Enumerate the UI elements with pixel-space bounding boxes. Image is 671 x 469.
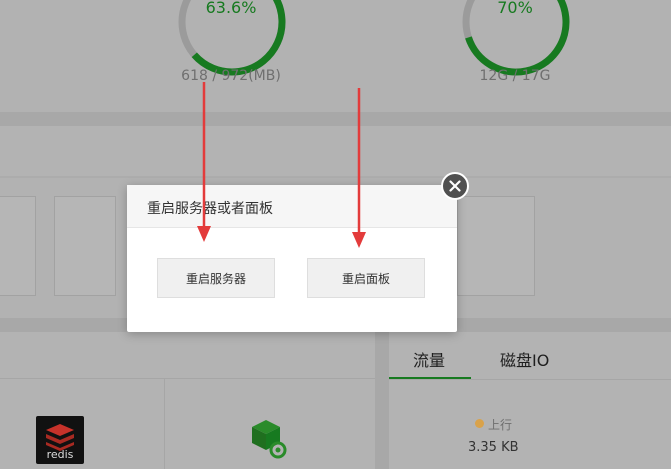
overview-card <box>457 196 535 296</box>
software-settings-icon[interactable] <box>248 418 290 462</box>
upload-label: 上行 <box>488 418 513 432</box>
annotation-arrow-right <box>352 88 366 248</box>
overview-header-panel <box>0 126 671 176</box>
memory-percent: 63.6% <box>205 0 257 17</box>
divider <box>164 379 165 469</box>
restart-server-button[interactable]: 重启服务器 <box>157 258 275 298</box>
divider <box>0 378 375 379</box>
upload-dot-icon <box>475 419 484 428</box>
disk-usage: 12G / 17G <box>479 68 551 84</box>
dialog-header: 重启服务器或者面板 <box>127 185 457 228</box>
overview-card <box>54 196 116 296</box>
redis-label: redis <box>46 448 74 461</box>
tab-traffic[interactable]: 流量 <box>413 347 445 371</box>
tab-disk-io[interactable]: 磁盘IO <box>500 347 549 371</box>
section-divider <box>0 112 671 126</box>
close-dialog-button[interactable] <box>441 172 469 200</box>
panel-gap <box>375 332 389 469</box>
restart-dialog: 重启服务器或者面板 重启服务器 重启面板 <box>127 185 457 332</box>
overview-card <box>0 196 36 296</box>
close-icon <box>449 180 461 192</box>
annotation-arrow-left <box>197 82 211 242</box>
section-divider <box>0 176 671 178</box>
memory-usage: 618 / 972(MB) <box>181 68 281 84</box>
restart-panel-button[interactable]: 重启面板 <box>307 258 425 298</box>
redis-app-icon[interactable]: redis <box>36 416 84 464</box>
disk-percent: 70% <box>497 0 533 17</box>
upload-value: 3.35 KB <box>468 440 519 455</box>
divider <box>389 379 671 380</box>
